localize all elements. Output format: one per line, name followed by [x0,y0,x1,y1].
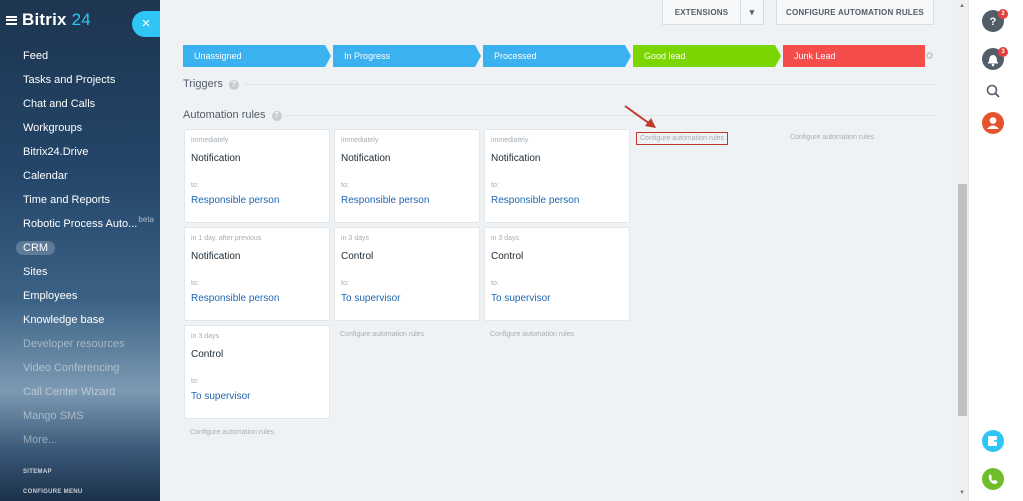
notification-badge: 3 [998,47,1008,57]
extensions-button[interactable]: EXTENSIONS [662,0,741,25]
svg-text:?: ? [990,16,997,28]
sidebar-item-sites[interactable]: Sites [0,262,160,286]
sidebar-item-sms[interactable]: Mango SMS [0,406,160,430]
triggers-title: Triggers [183,78,223,90]
sidebar-item-crm[interactable]: CRM [0,238,160,262]
configure-automation-link-highlighted[interactable]: Configure automation rules [636,132,729,145]
right-panel: ? 2 3 [968,0,1023,501]
logo-number: 24 [66,10,91,29]
help-icon[interactable]: ? [228,80,239,90]
extensions-dropdown-button[interactable]: ▾ [740,0,764,25]
configure-menu-link[interactable]: CONFIGURE MENU [23,489,83,495]
gear-icon[interactable] [926,52,933,59]
configure-automation-link[interactable]: Configure automation rules [490,331,574,338]
sitemap-link[interactable]: SITEMAP [23,469,52,475]
automation-rule-card[interactable]: in 3 days Control to: To supervisor [484,227,630,321]
automation-rule-card[interactable]: in 3 days Control to: To supervisor [184,325,330,419]
left-sidebar: Bitrix 24 × Feed Tasks and Projects Chat… [0,0,160,501]
sidebar-item-rpa[interactable]: Robotic Process Auto... beta [0,214,160,238]
automation-rule-card[interactable]: immediately Notification to: Responsible… [484,129,630,223]
sidebar-item-call-center[interactable]: Call Center Wizard [0,382,160,406]
logo[interactable]: Bitrix 24 [6,10,91,30]
sidebar-item-video[interactable]: Video Conferencing [0,358,160,382]
automation-rule-card[interactable]: in 1 day, after previous Notification to… [184,227,330,321]
scroll-up-icon[interactable]: ▲ [959,3,965,9]
help-icon[interactable]: ? [271,111,282,121]
automation-rule-card[interactable]: immediately Notification to: Responsible… [334,129,480,223]
help-badge: 2 [998,9,1008,19]
automation-rule-card[interactable]: immediately Notification to: Responsible… [184,129,330,223]
stage-in-progress[interactable]: In Progress [333,45,481,67]
close-icon[interactable]: × [132,11,160,37]
sidebar-item-developer[interactable]: Developer resources [0,334,160,358]
sidebar-item-feed[interactable]: Feed [0,46,160,70]
stage-unassigned[interactable]: Unassigned [183,45,331,67]
scrollbar-thumb[interactable] [958,184,967,416]
configure-automation-rules-button[interactable]: CONFIGURE AUTOMATION RULES [776,0,934,25]
automation-rule-card[interactable]: in 3 days Control to: To supervisor [334,227,480,321]
sidebar-item-drive[interactable]: Bitrix24.Drive [0,142,160,166]
sidebar-item-knowledge-base[interactable]: Knowledge base [0,310,160,334]
sidebar-item-workgroups[interactable]: Workgroups [0,118,160,142]
phone-icon[interactable] [982,468,1004,490]
sidebar-item-calendar[interactable]: Calendar [0,166,160,190]
configure-automation-link[interactable]: Configure automation rules [190,429,274,436]
scrollbar[interactable]: ▲ ▼ [957,0,968,501]
triggers-divider [245,84,934,85]
stage-good-lead[interactable]: Good lead [633,45,781,67]
stage-processed[interactable]: Processed [483,45,631,67]
beta-badge: beta [138,215,154,224]
open-lines-icon[interactable] [982,430,1004,452]
sidebar-item-tasks[interactable]: Tasks and Projects [0,70,160,94]
triggers-section: Triggers? [183,78,239,90]
configure-automation-link[interactable]: Configure automation rules [790,134,874,141]
sidebar-item-chat[interactable]: Chat and Calls [0,94,160,118]
sidebar-menu: Feed Tasks and Projects Chat and Calls W… [0,46,160,454]
scroll-down-icon[interactable]: ▼ [959,490,965,496]
configure-automation-link[interactable]: Configure automation rules [340,331,424,338]
automation-title: Automation rules [183,109,266,121]
automation-divider [284,115,934,116]
sidebar-item-time-reports[interactable]: Time and Reports [0,190,160,214]
chevron-down-icon: ▾ [749,6,755,17]
stage-junk-lead[interactable]: Junk Lead [783,45,925,67]
user-avatar-icon[interactable] [982,112,1004,134]
sidebar-item-employees[interactable]: Employees [0,286,160,310]
search-icon[interactable] [982,80,1004,102]
automation-section: Automation rules? [183,109,282,121]
annotation-arrow-icon [624,105,656,128]
logo-text: Bitrix [22,10,67,29]
sidebar-item-more[interactable]: More... [0,430,160,454]
hamburger-menu-icon[interactable] [6,15,17,25]
